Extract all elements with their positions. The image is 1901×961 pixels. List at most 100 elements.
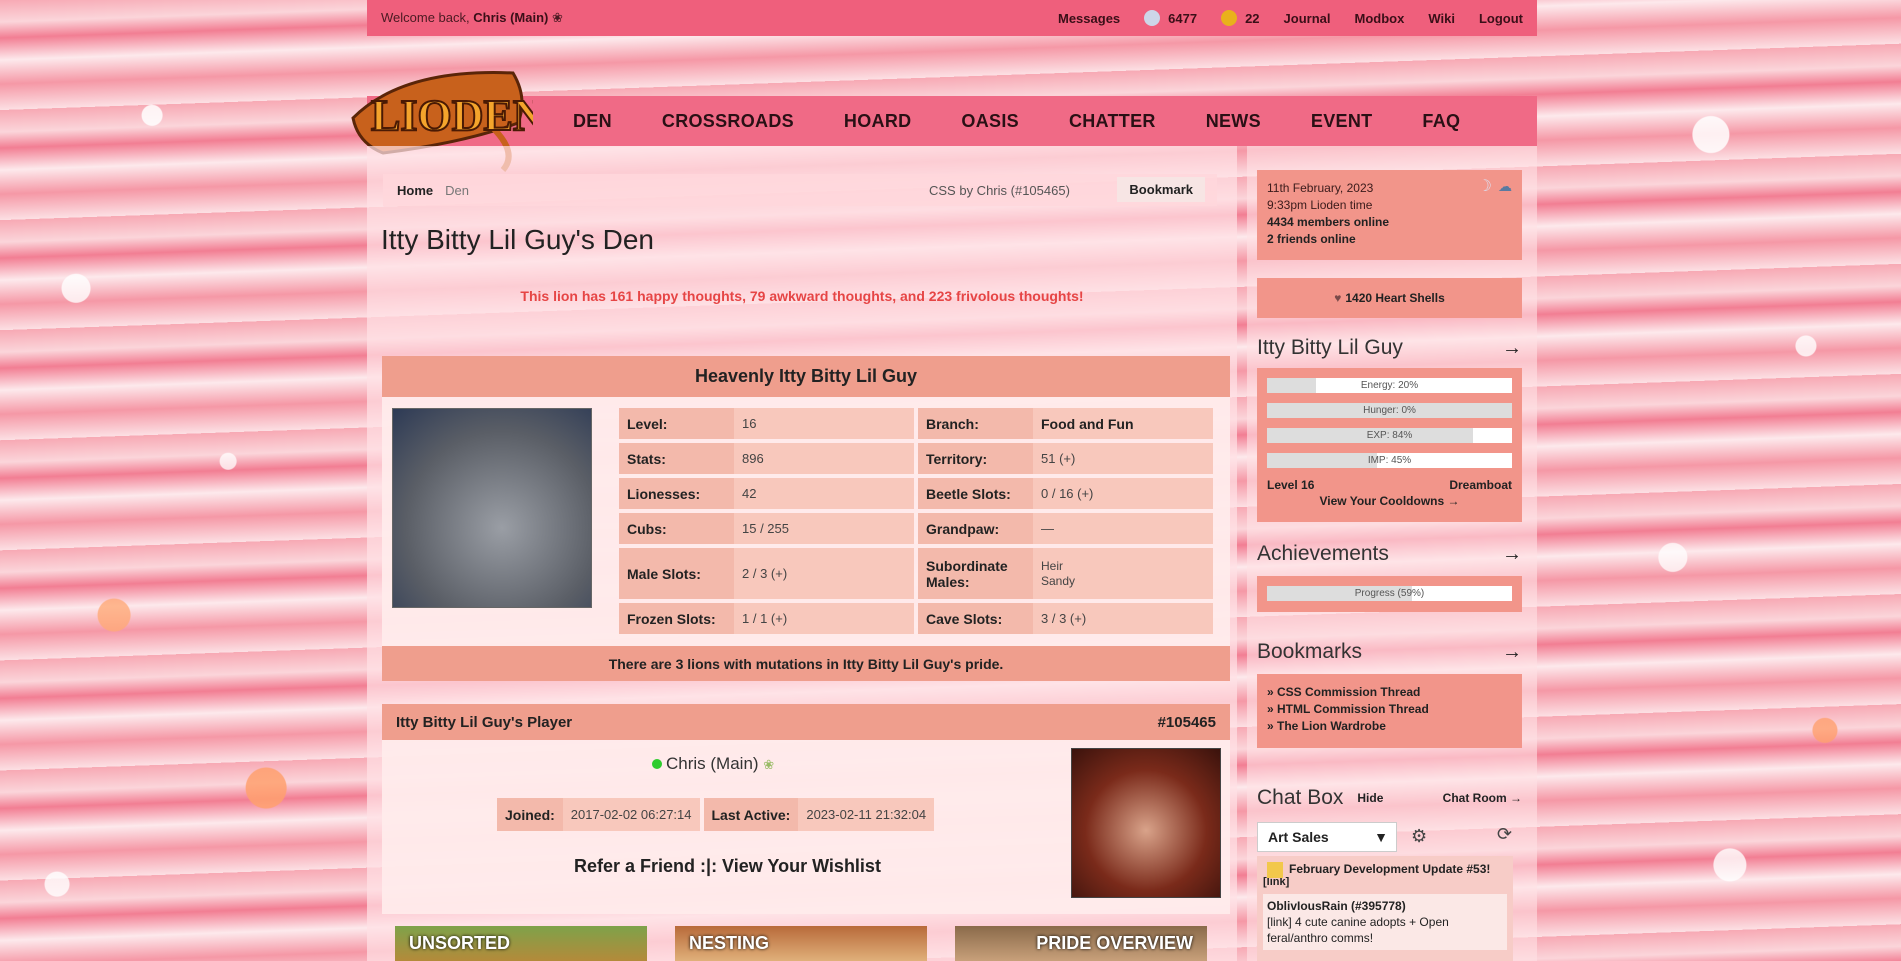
- beetle-icon: [1221, 10, 1238, 26]
- bookmark-html-commission[interactable]: » HTML Commission Thread: [1267, 701, 1512, 718]
- arrow-right-icon[interactable]: →: [1502, 543, 1522, 566]
- beetle-counter[interactable]: 22: [1221, 10, 1260, 26]
- chat-room-link[interactable]: Chat Room →: [1443, 791, 1522, 805]
- heart-shells-box[interactable]: ♥ 1420 Heart Shells: [1257, 278, 1522, 318]
- chat-hide-button[interactable]: Hide: [1357, 791, 1383, 805]
- journal-link[interactable]: Journal: [1284, 11, 1331, 26]
- bones-counter[interactable]: 6477: [1144, 10, 1197, 26]
- stat-territory: Territory: 51 (+): [918, 443, 1213, 474]
- refresh-icon[interactable]: ⟳: [1497, 824, 1512, 845]
- rank-text: Dreamboat: [1449, 478, 1512, 492]
- messages-link[interactable]: Messages: [1058, 11, 1120, 26]
- lion-name: Heavenly Itty Bitty Lil Guy: [382, 356, 1230, 397]
- bones-icon: [1144, 10, 1161, 26]
- stat-frozen-slots: Frozen Slots: 1 / 1 (+): [619, 603, 914, 634]
- arrow-right-icon[interactable]: →: [1502, 641, 1522, 664]
- css-credit[interactable]: CSS by Chris (#105465): [929, 183, 1070, 198]
- time-box: 11th February, 2023 9:33pm Lioden time 4…: [1257, 170, 1522, 260]
- stat-stats: Stats: 896: [619, 443, 914, 474]
- player-avatar[interactable]: [1071, 748, 1221, 898]
- nav-faq[interactable]: FAQ: [1422, 111, 1460, 132]
- chatbox-title: Chat Box: [1257, 786, 1344, 809]
- stat-cubs: Cubs: 15 / 255: [619, 513, 914, 544]
- nav-news[interactable]: NEWS: [1206, 111, 1261, 132]
- chat-message: OblivIousRain (#395778) [link] 4 cute ca…: [1263, 894, 1507, 950]
- chat-channel-select[interactable]: Art Sales ▼: [1257, 822, 1397, 852]
- exp-bar: EXP: 84%: [1267, 428, 1512, 443]
- chat-message-text: [link] 4 cute canine adopts + Open feral…: [1267, 915, 1449, 945]
- heart-shell-icon: ♥: [1334, 291, 1342, 305]
- player-header: Itty Bitty Lil Guy's Player #105465: [382, 704, 1230, 740]
- player-card: Itty Bitty Lil Guy's Player #105465 Chri…: [382, 704, 1230, 914]
- moon-icon: ☽: [1477, 178, 1492, 195]
- player-id: #105465: [1157, 713, 1216, 731]
- sub-male-sandy[interactable]: Sandy: [1041, 574, 1075, 589]
- logo-text: LIODEN: [371, 91, 533, 140]
- date-text: 11th February, 2023: [1267, 181, 1374, 195]
- nav-oasis[interactable]: OASIS: [961, 111, 1019, 132]
- level-text: Level 16: [1267, 478, 1315, 492]
- stat-branch: Branch: Food and Fun: [918, 408, 1213, 439]
- top-bar: Welcome back, Chris (Main) ❀ Messages 64…: [367, 0, 1537, 36]
- nav-den[interactable]: DEN: [573, 111, 612, 132]
- hunger-bar: Hunger: 0%: [1267, 403, 1512, 418]
- bookmark-lion-wardrobe[interactable]: » The Lion Wardrobe: [1267, 718, 1512, 735]
- nav-chatter[interactable]: CHATTER: [1069, 111, 1156, 132]
- nav-crossroads[interactable]: CROSSROADS: [662, 111, 794, 132]
- chat-link[interactable]: [link]: [1263, 876, 1507, 888]
- modbox-link[interactable]: Modbox: [1355, 11, 1405, 26]
- mutations-text: There are 3 lions with mutations in Itty…: [382, 646, 1230, 681]
- stat-grandpaw: Grandpaw: —: [918, 513, 1213, 544]
- nav-event[interactable]: EVENT: [1311, 111, 1373, 132]
- nav-hoard[interactable]: HOARD: [844, 111, 912, 132]
- bookmarks-box: » CSS Commission Thread » HTML Commissio…: [1257, 674, 1522, 748]
- online-status-icon: [652, 759, 662, 769]
- chat-messages: February Development Update #53! [link] …: [1257, 856, 1513, 961]
- breadcrumb-current: Den: [445, 182, 469, 198]
- chatbox-header: Chat Box Hide Chat Room →: [1257, 786, 1522, 810]
- achievements-box: Progress (59%): [1257, 576, 1522, 612]
- stat-beetle-slots: Beetle Slots: 0 / 16 (+): [918, 478, 1213, 509]
- stat-cave-slots: Cave Slots: 3 / 3 (+): [918, 603, 1213, 634]
- bookmark-css-commission[interactable]: » CSS Commission Thread: [1267, 684, 1512, 701]
- rain-cloud-icon: ☁: [1498, 178, 1512, 194]
- tab-nesting[interactable]: NESTING: [675, 926, 927, 961]
- page-title: Itty Bitty Lil Guy's Den: [381, 224, 654, 255]
- player-name[interactable]: Chris (Main) ❀: [652, 754, 774, 774]
- achievements-title: Achievements: [1257, 542, 1389, 565]
- tab-pride-overview[interactable]: PRIDE OVERVIEW: [955, 926, 1207, 961]
- lion-card: Heavenly Itty Bitty Lil Guy Level: 16 Bra…: [382, 356, 1230, 681]
- breadcrumb: Home Den CSS by Chris (#105465) Bookmark: [383, 174, 1217, 206]
- cooldowns-link[interactable]: View Your Cooldowns →: [1267, 494, 1512, 508]
- refer-wishlist-links[interactable]: Refer a Friend :|: View Your Wishlist: [574, 856, 881, 877]
- lion-stats: Level: 16 Branch: Food and Fun Stats: 896 T…: [619, 408, 1213, 634]
- arrow-right-icon[interactable]: →: [1502, 337, 1522, 360]
- achievements-progress-bar: Progress (59%): [1267, 586, 1512, 601]
- stat-male-slots: Male Slots: 2 / 3 (+): [619, 548, 914, 599]
- welcome-text: Welcome back, Chris (Main) ❀: [381, 10, 563, 25]
- members-online[interactable]: 4434 members online: [1267, 215, 1389, 229]
- time-text: 9:33pm Lioden time: [1267, 198, 1373, 212]
- sub-male-heir[interactable]: Heir: [1041, 559, 1063, 574]
- chat-message-announcement: February Development Update #53!: [1263, 862, 1507, 878]
- lion-portrait[interactable]: [392, 408, 592, 608]
- stat-subordinate-males: Subordinate Males: Heir Sandy: [918, 548, 1213, 599]
- tab-unsorted[interactable]: UNSORTED: [395, 926, 647, 961]
- breadcrumb-home[interactable]: Home: [397, 183, 433, 198]
- den-tabs: UNSORTED NESTING PRIDE OVERVIEW: [395, 926, 1207, 961]
- sidebar: 11th February, 2023 9:33pm Lioden time 4…: [1247, 146, 1537, 961]
- last-active-pill: Last Active: 2023-02-11 21:32:04: [703, 798, 935, 831]
- gear-icon[interactable]: ⚙: [1411, 826, 1427, 847]
- stat-lionesses: Lionesses: 42: [619, 478, 914, 509]
- main-nav: DEN CROSSROADS HOARD OASIS CHATTER NEWS …: [367, 96, 1537, 146]
- chat-username[interactable]: OblivIousRain (#395778): [1267, 899, 1406, 913]
- imp-bar: IMP: 45%: [1267, 453, 1512, 468]
- bookmark-button[interactable]: Bookmark: [1117, 177, 1205, 202]
- joined-pill: Joined: 2017-02-02 06:27:14: [497, 798, 700, 831]
- welcome-user[interactable]: Chris (Main): [473, 10, 548, 25]
- logout-link[interactable]: Logout: [1479, 11, 1523, 26]
- friends-online[interactable]: 2 friends online: [1267, 232, 1356, 246]
- flower-icon: ❀: [552, 10, 563, 25]
- stat-level: Level: 16: [619, 408, 914, 439]
- wiki-link[interactable]: Wiki: [1428, 11, 1455, 26]
